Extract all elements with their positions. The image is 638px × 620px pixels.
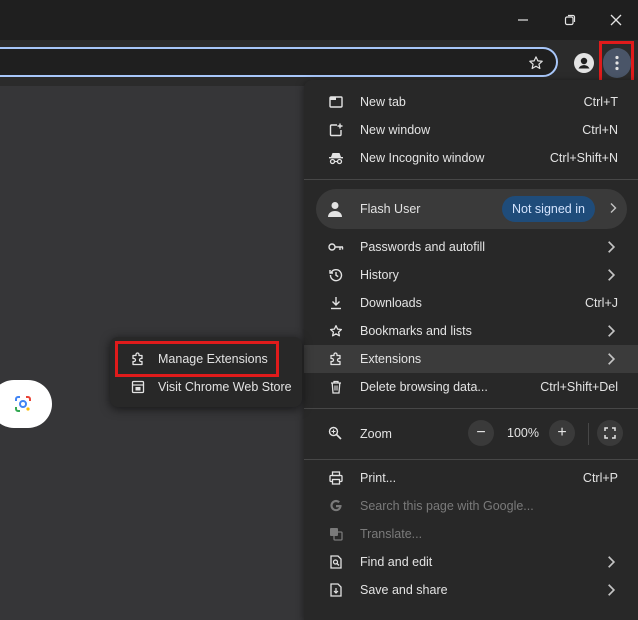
menu-item-label: Translate...	[360, 527, 423, 541]
title-bar	[0, 0, 638, 40]
save-share-icon	[328, 582, 344, 598]
chrome-menu-button[interactable]	[603, 48, 631, 78]
chevron-right-icon	[608, 241, 616, 253]
menu-item-label: Bookmarks and lists	[360, 324, 472, 338]
menu-item-label: Downloads	[360, 296, 422, 310]
find-in-page-icon	[328, 554, 344, 570]
menu-profile-row[interactable]: Flash User Not signed in	[316, 189, 627, 229]
star-icon	[529, 56, 543, 70]
menu-item-print[interactable]: Print... Ctrl+P	[304, 464, 638, 492]
chrome-menu: New tab Ctrl+T New window Ctrl+N New Inc…	[304, 80, 638, 620]
fullscreen-button[interactable]	[597, 420, 623, 446]
menu-item-new-window[interactable]: New window Ctrl+N	[304, 116, 638, 144]
chevron-right-icon	[608, 556, 616, 568]
menu-item-save-and-share[interactable]: Save and share	[304, 576, 638, 604]
zoom-separator	[588, 423, 589, 445]
incognito-icon	[328, 150, 344, 166]
menu-item-label: History	[360, 268, 399, 282]
profile-name: Flash User	[360, 202, 421, 216]
extensions-submenu: Manage Extensions Visit Chrome Web Store	[110, 337, 302, 407]
trash-icon	[328, 379, 344, 395]
menu-item-shortcut: Ctrl+P	[582, 471, 618, 485]
address-bar[interactable]	[0, 47, 558, 77]
menu-item-search-with-google: Search this page with Google...	[304, 492, 638, 520]
menu-item-label: Passwords and autofill	[360, 240, 486, 254]
person-icon	[574, 53, 594, 73]
menu-item-label: Print...	[360, 471, 397, 485]
submenu-item-label: Visit Chrome Web Store	[158, 380, 292, 394]
menu-item-label: Extensions	[360, 352, 422, 366]
new-tab-icon	[328, 94, 344, 110]
menu-item-find-and-edit[interactable]: Find and edit	[304, 548, 638, 576]
fullscreen-icon	[604, 427, 616, 439]
menu-item-label: Search this page with Google...	[360, 499, 534, 513]
menu-zoom-row: Zoom − 100% +	[304, 419, 638, 449]
submenu-item-label: Manage Extensions	[158, 352, 268, 366]
puzzle-icon	[328, 351, 344, 367]
zoom-in-button[interactable]: +	[549, 420, 575, 446]
profile-avatar-icon	[328, 202, 342, 217]
printer-icon	[328, 470, 344, 486]
menu-item-label: New window	[360, 123, 431, 137]
menu-item-shortcut: Ctrl+J	[585, 296, 618, 310]
menu-item-shortcut: Ctrl+Shift+N	[549, 151, 618, 165]
submenu-item-manage-extensions[interactable]: Manage Extensions	[110, 345, 302, 373]
menu-item-new-tab[interactable]: New tab Ctrl+T	[304, 88, 638, 116]
menu-item-shortcut: Ctrl+Shift+Del	[540, 380, 618, 394]
google-lens-button[interactable]	[0, 380, 52, 428]
close-window-button[interactable]	[601, 6, 631, 34]
chevron-right-icon	[608, 353, 616, 365]
zoom-out-button[interactable]: −	[468, 420, 494, 446]
chevron-right-icon	[608, 269, 616, 281]
sign-in-status-badge[interactable]: Not signed in	[502, 196, 595, 222]
new-window-icon	[328, 122, 344, 138]
menu-item-translate: Translate...	[304, 520, 638, 548]
download-icon	[328, 295, 344, 311]
menu-item-extensions[interactable]: Extensions	[304, 345, 638, 373]
menu-item-label: Find and edit	[360, 555, 433, 569]
menu-item-shortcut: Ctrl+N	[582, 123, 618, 137]
menu-item-label: New tab	[360, 95, 406, 109]
google-icon	[328, 498, 344, 514]
puzzle-icon	[130, 351, 146, 367]
web-store-icon	[130, 379, 146, 395]
restore-icon	[564, 14, 576, 26]
chevron-right-icon	[608, 584, 616, 596]
menu-item-history[interactable]: History	[304, 261, 638, 289]
minimize-icon	[518, 19, 528, 21]
profile-button[interactable]	[572, 51, 596, 75]
star-icon	[328, 323, 344, 339]
menu-item-delete-browsing-data[interactable]: Delete browsing data... Ctrl+Shift+Del	[304, 373, 638, 401]
restore-button[interactable]	[555, 6, 585, 34]
zoom-label: Zoom	[360, 427, 392, 441]
submenu-item-web-store[interactable]: Visit Chrome Web Store	[110, 373, 302, 401]
menu-item-shortcut: Ctrl+T	[583, 95, 618, 109]
close-icon	[610, 14, 622, 26]
menu-separator	[304, 408, 638, 409]
menu-item-new-incognito[interactable]: New Incognito window Ctrl+Shift+N	[304, 144, 638, 172]
chevron-right-icon	[610, 203, 617, 213]
menu-item-label: New Incognito window	[360, 151, 485, 165]
chevron-right-icon	[608, 325, 616, 337]
menu-item-label: Save and share	[360, 583, 448, 597]
zoom-level: 100%	[507, 426, 539, 440]
menu-separator	[304, 179, 638, 180]
menu-item-label: Delete browsing data...	[360, 380, 488, 394]
menu-item-bookmarks[interactable]: Bookmarks and lists	[304, 317, 638, 345]
zoom-icon	[328, 426, 342, 440]
kebab-icon	[615, 55, 619, 71]
menu-item-passwords[interactable]: Passwords and autofill	[304, 233, 638, 261]
translate-icon	[328, 526, 344, 542]
minimize-button[interactable]	[508, 6, 538, 34]
google-lens-icon	[15, 396, 31, 412]
history-icon	[328, 267, 344, 283]
menu-item-downloads[interactable]: Downloads Ctrl+J	[304, 289, 638, 317]
menu-separator	[304, 459, 638, 460]
key-icon	[328, 239, 344, 255]
bookmark-button[interactable]	[524, 51, 548, 75]
